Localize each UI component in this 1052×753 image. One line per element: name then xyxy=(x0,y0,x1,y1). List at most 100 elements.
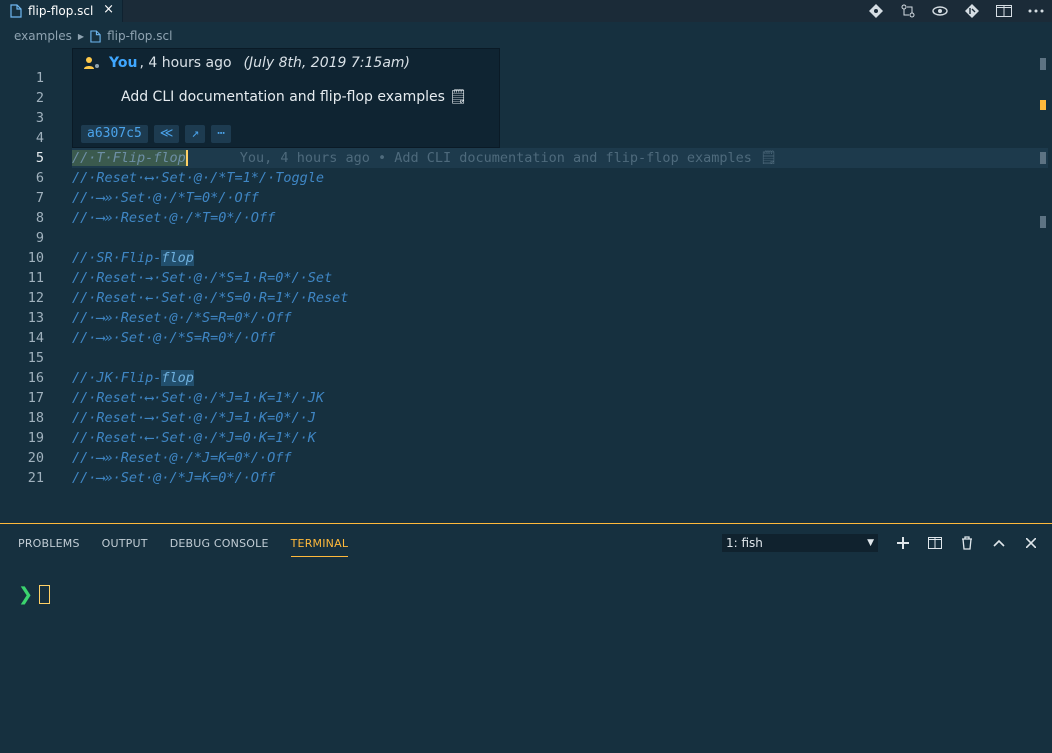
tab-problems[interactable]: PROBLEMS xyxy=(18,532,80,556)
panel-actions xyxy=(892,532,1042,554)
line-number: 14 xyxy=(27,330,44,346)
panel-tabs: PROBLEMS OUTPUT DEBUG CONSOLE TERMINAL xyxy=(18,532,349,557)
code-editor[interactable]: 1 2 3 4 5 6 7 8 9 10 11 12 13 14 15 16 17 18 19 20 21 //·T·F… xyxy=(0,48,1052,522)
code-line[interactable]: //·⟶»·Set·@·/*T=0*/·Off xyxy=(72,188,1036,208)
line-number: 6 xyxy=(35,170,44,186)
code-line[interactable]: //·Reset·→·Set·@·/*S=1·R=0*/·Set xyxy=(72,268,1036,288)
close-panel-button[interactable] xyxy=(1020,532,1042,554)
close-icon xyxy=(1026,538,1036,548)
line-numbers: 1 2 3 4 5 6 7 8 9 10 11 12 13 14 15 16 17 18 19 20 21 xyxy=(0,68,52,488)
blame-time: , 4 hours ago xyxy=(139,55,232,71)
code-line[interactable] xyxy=(72,348,1036,368)
code-line[interactable]: //·Reset·⟵·Set·@·/*J=0·K=1*/·K xyxy=(72,428,1036,448)
code-line[interactable]: //·SR·Flip-flop xyxy=(72,248,1036,268)
commit-icon[interactable] xyxy=(860,1,892,21)
kill-terminal-button[interactable] xyxy=(956,532,978,554)
split-editor-icon[interactable] xyxy=(988,1,1020,21)
word-highlight: flop xyxy=(161,250,194,266)
user-icon xyxy=(84,57,99,69)
code-line[interactable]: //·⟶»·Set·@·/*J=K=0*/·Off xyxy=(72,468,1036,488)
file-icon xyxy=(90,29,101,43)
line-number: 1 xyxy=(35,70,44,86)
line-number: 11 xyxy=(27,270,44,286)
line-number: 19 xyxy=(27,430,44,446)
line-number: 16 xyxy=(27,370,44,386)
breadcrumb-folder[interactable]: examples xyxy=(14,29,72,43)
tab-title: flip-flop.scl xyxy=(28,4,94,18)
line-number: 5 xyxy=(35,150,44,166)
tab-bar: flip-flop.scl × xyxy=(0,0,1052,22)
line-number: 13 xyxy=(27,310,44,326)
trash-icon xyxy=(962,536,972,550)
code-line[interactable]: //·Reset·⟷·Set·@·/*T=1*/·Toggle xyxy=(72,168,1036,188)
selection: //·T· xyxy=(72,150,113,166)
terminal-select-value: 1: fish xyxy=(726,536,763,550)
line-number: 2 xyxy=(35,90,44,106)
blame-header: You , 4 hours ago (July 8th, 2019 7:15am… xyxy=(83,55,410,71)
code-line[interactable]: //·Reset·⟶·Set·@·/*J=1·K=0*/·J xyxy=(72,408,1036,428)
line-number: 3 xyxy=(35,110,44,126)
file-icon xyxy=(10,4,22,18)
git-icon[interactable] xyxy=(956,1,988,21)
code-line[interactable]: //·⟶»·Reset·@·/*J=K=0*/·Off xyxy=(72,448,1036,468)
code-line[interactable] xyxy=(72,228,1036,248)
tab-output[interactable]: OUTPUT xyxy=(102,532,148,556)
scroll-marker-warning xyxy=(1040,100,1046,110)
previous-commit-button[interactable]: ≪ xyxy=(153,125,180,143)
scroll-marker xyxy=(1040,152,1046,164)
breadcrumb: examples ▶ flip-flop.scl xyxy=(0,26,172,46)
maximize-panel-button[interactable] xyxy=(988,532,1010,554)
inline-blame[interactable]: You, 4 hours ago • Add CLI documentation… xyxy=(240,150,777,166)
more-icon[interactable] xyxy=(1020,1,1052,21)
code-line[interactable]: //·T·Flip-flop You, 4 hours ago • Add CLI… xyxy=(72,148,1048,168)
commit-message: Add CLI documentation and flip-flop exam… xyxy=(121,89,468,105)
editor-actions xyxy=(860,0,1052,22)
blame-hover-card: You , 4 hours ago (July 8th, 2019 7:15am… xyxy=(72,48,500,148)
code-text: //·SR·Flip- xyxy=(72,250,162,266)
blame-date: (July 8th, 2019 7:15am) xyxy=(243,55,411,71)
code-line[interactable]: //·⟶»·Reset·@·/*T=0*/·Off xyxy=(72,208,1036,228)
scroll-marker xyxy=(1040,216,1046,228)
dropdown-arrow-icon: ▼ xyxy=(867,538,874,548)
more-actions-button[interactable]: ⋯ xyxy=(211,125,232,143)
terminal-cursor xyxy=(39,585,51,604)
line-number: 8 xyxy=(35,210,44,226)
word-highlight: flop xyxy=(161,370,194,386)
line-number: 12 xyxy=(27,290,44,306)
new-terminal-button[interactable] xyxy=(892,532,914,554)
line-number: 20 xyxy=(27,450,44,466)
line-number: 15 xyxy=(27,350,44,366)
code-line[interactable]: //·⟶»·Set·@·/*S=R=0*/·Off xyxy=(72,328,1036,348)
terminal-select[interactable]: 1: fish ▼ xyxy=(722,534,878,552)
selection: Flip- xyxy=(112,150,154,166)
code-line[interactable]: //·Reset·←·Set·@·/*S=0·R=1*/·Reset xyxy=(72,288,1036,308)
chevron-up-icon xyxy=(993,539,1005,547)
tab-terminal[interactable]: TERMINAL xyxy=(290,532,349,557)
blame-author[interactable]: You xyxy=(109,55,137,71)
commit-sha-button[interactable]: a6307c5 xyxy=(81,125,148,143)
split-terminal-button[interactable] xyxy=(924,532,946,554)
editor-tab[interactable]: flip-flop.scl × xyxy=(0,0,123,22)
word-highlight: flop xyxy=(153,150,186,166)
line-number: 4 xyxy=(35,130,44,146)
code-line[interactable]: //·Reset·⟷·Set·@·/*J=1·K=1*/·JK xyxy=(72,388,1036,408)
compare-icon[interactable] xyxy=(892,1,924,21)
line-number: 10 xyxy=(27,250,44,266)
line-number: 7 xyxy=(35,190,44,206)
line-number: 21 xyxy=(27,470,44,486)
plus-icon xyxy=(897,537,909,549)
breadcrumb-file[interactable]: flip-flop.scl xyxy=(107,29,172,43)
tab-debug-console[interactable]: DEBUG CONSOLE xyxy=(170,532,269,556)
terminal-prompt[interactable]: ❯ xyxy=(18,584,51,605)
close-icon[interactable]: × xyxy=(103,2,114,17)
open-commit-button[interactable]: ↗ xyxy=(185,125,206,143)
blame-icon[interactable] xyxy=(924,1,956,21)
blame-actions: a6307c5 ≪ ↗ ⋯ xyxy=(81,125,232,143)
chevron-right-icon: ▶ xyxy=(77,31,85,41)
prompt-chevron-icon: ❯ xyxy=(18,584,34,605)
split-icon xyxy=(928,537,942,549)
code-line[interactable]: //·JK·Flip-flop xyxy=(72,368,1036,388)
code-text: //·JK·Flip- xyxy=(72,370,162,386)
code-line[interactable]: //·⟶»·Reset·@·/*S=R=0*/·Off xyxy=(72,308,1036,328)
line-number: 18 xyxy=(27,410,44,426)
